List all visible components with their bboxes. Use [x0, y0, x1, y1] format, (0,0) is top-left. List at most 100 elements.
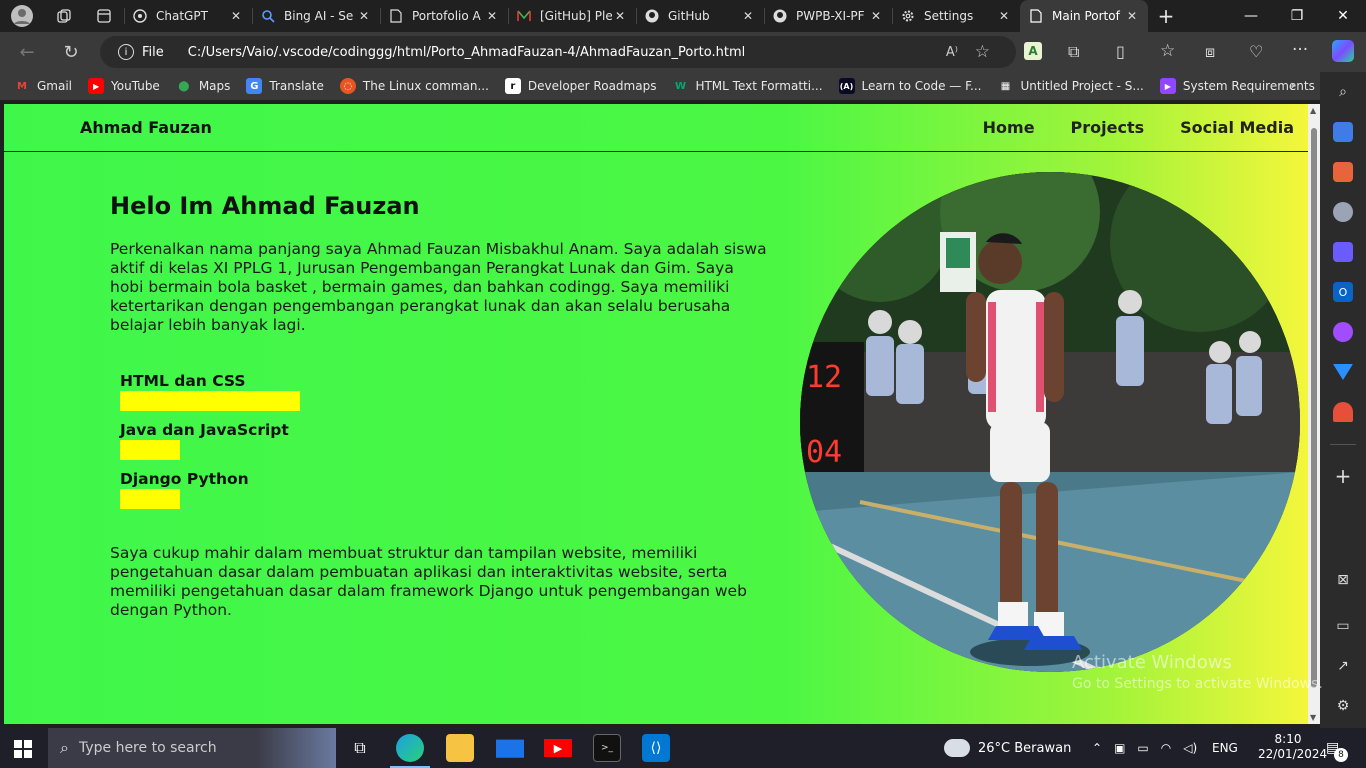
wifi-icon[interactable]: ◠ — [1161, 741, 1171, 755]
device-icon[interactable]: ▣ — [1114, 741, 1125, 755]
panel-icon[interactable]: ▭ — [1333, 616, 1353, 636]
windows-start-icon[interactable] — [14, 740, 32, 762]
clock-date: 22/01/2024 — [1258, 747, 1328, 761]
tab-title: GitHub — [668, 9, 710, 23]
scroll-up-icon[interactable]: ▲ — [1310, 106, 1316, 115]
tab-pwpb[interactable]: PWPB-XI-PF ✕ — [764, 0, 892, 32]
site-brand[interactable]: Ahmad Fauzan — [80, 118, 212, 137]
close-window-icon[interactable]: ✕ — [1320, 0, 1366, 32]
taskbar-search-box[interactable]: ⌕ Type here to search — [48, 728, 336, 768]
tree-icon[interactable] — [1333, 402, 1353, 422]
settings-icon[interactable]: ⚙ — [1333, 696, 1353, 716]
bookmark-untitled[interactable]: ▦ Untitled Project - S... — [998, 78, 1144, 94]
copilot-icon[interactable] — [1332, 40, 1354, 62]
drop-icon[interactable] — [1333, 364, 1353, 380]
clock[interactable]: 8:10 22/01/2024 — [1258, 732, 1328, 762]
site-nav-links: Home Projects Social Media — [983, 118, 1294, 137]
intro-paragraph: Perkenalkan nama panjang saya Ahmad Fauz… — [110, 240, 767, 334]
nav-link-social-media[interactable]: Social Media — [1180, 118, 1294, 137]
url-text[interactable]: C:/Users/Vaio/.vscode/codinggg/html/Port… — [188, 45, 745, 60]
extension-icon[interactable]: A — [1024, 42, 1042, 60]
bookmark-maps[interactable]: ⬤ Maps — [176, 78, 230, 94]
split-screen-icon[interactable]: ▯ — [1116, 42, 1125, 61]
workspaces-icon[interactable] — [44, 0, 84, 32]
close-tab-icon[interactable]: ✕ — [996, 8, 1012, 24]
info-icon[interactable]: i — [118, 44, 134, 60]
address-bar[interactable]: i File C:/Users/Vaio/.vscode/codinggg/ht… — [100, 36, 1016, 68]
designer-icon[interactable] — [1333, 322, 1353, 342]
tab-chatgpt[interactable]: ChatGPT ✕ — [124, 0, 252, 32]
grid-icon: ▦ — [1000, 80, 1011, 92]
close-tab-icon[interactable]: ✕ — [868, 8, 884, 24]
edge-taskbar-icon[interactable] — [396, 734, 424, 762]
bookmark-linux[interactable]: ◌ The Linux comman... — [339, 78, 489, 94]
scrollbar-thumb[interactable] — [1311, 128, 1317, 688]
close-tab-icon[interactable]: ✕ — [612, 8, 628, 24]
vscode-icon[interactable]: ⟨⟩ — [642, 734, 670, 762]
microsoft365-icon[interactable] — [1333, 242, 1353, 262]
collections-icon[interactable]: ⧈ — [1205, 42, 1215, 62]
search-placeholder: Type here to search — [78, 740, 217, 756]
tab-title: PWPB-XI-PF — [796, 9, 865, 23]
bookmark-translate[interactable]: G Translate — [246, 78, 324, 94]
sidebar-divider — [1330, 444, 1356, 445]
restore-icon[interactable]: ❐ — [1274, 0, 1320, 32]
games-icon[interactable] — [1333, 202, 1353, 222]
extensions-puzzle-icon[interactable]: ⧉ — [1068, 42, 1079, 62]
file-explorer-icon[interactable] — [446, 734, 474, 762]
minimize-icon[interactable]: — — [1228, 0, 1274, 32]
refresh-icon[interactable]: ↻ — [54, 35, 88, 69]
skill-label: Java dan JavaScript — [120, 421, 289, 439]
volume-icon[interactable]: ◁) — [1183, 741, 1197, 755]
bookmark-roadmaps[interactable]: r Developer Roadmaps — [504, 78, 656, 94]
tab-settings[interactable]: Settings ✕ — [892, 0, 1020, 32]
tools-icon[interactable] — [1333, 162, 1353, 182]
external-link-icon[interactable]: ↗ — [1333, 656, 1353, 676]
hide-sidebar-icon[interactable]: ⊠ — [1333, 570, 1353, 590]
nav-link-home[interactable]: Home — [983, 118, 1035, 137]
browser-essentials-icon[interactable]: ♡ — [1249, 42, 1263, 61]
nav-link-projects[interactable]: Projects — [1071, 118, 1145, 137]
tab-main-portofolio[interactable]: Main Portof ✕ — [1020, 0, 1148, 32]
system-tray: ⌃ ▣ ▭ ◠ ◁) — [1092, 728, 1197, 768]
cloud-icon — [944, 739, 970, 757]
close-tab-icon[interactable]: ✕ — [356, 8, 372, 24]
favorites-icon[interactable]: ☆ — [1160, 41, 1175, 61]
tab-github[interactable]: GitHub ✕ — [636, 0, 764, 32]
bookmark-gmail[interactable]: M Gmail — [14, 78, 72, 94]
bookmark-freecodecamp[interactable]: (A) Learn to Code — F... — [838, 78, 982, 94]
search-icon[interactable]: ⌕ — [1333, 82, 1353, 102]
outlook-icon[interactable]: O — [1333, 282, 1353, 302]
terminal-icon[interactable]: >_ — [593, 734, 621, 762]
close-tab-icon[interactable]: ✕ — [740, 8, 756, 24]
bookmark-youtube[interactable]: ▶ YouTube — [88, 78, 160, 94]
gmail-icon: M — [17, 80, 27, 92]
tab-title: [GitHub] Ple — [540, 9, 612, 23]
favorite-star-icon[interactable]: ☆ — [975, 42, 990, 62]
profile-avatar[interactable] — [0, 0, 44, 32]
close-tab-icon[interactable]: ✕ — [228, 8, 244, 24]
settings-more-icon[interactable]: ··· — [1292, 40, 1308, 60]
tab-bing-ai[interactable]: Bing AI - Se ✕ — [252, 0, 380, 32]
tab-actions-icon[interactable] — [84, 0, 124, 32]
new-tab-button[interactable]: + — [1148, 0, 1184, 32]
clock-time: 8:10 — [1274, 732, 1302, 746]
chevron-up-icon[interactable]: ⌃ — [1092, 741, 1102, 755]
battery-icon[interactable]: ▭ — [1137, 741, 1148, 755]
tab-portofolio[interactable]: Portofolio A ✕ — [380, 0, 508, 32]
close-tab-icon[interactable]: ✕ — [1124, 8, 1140, 24]
task-view-icon[interactable]: ⧉ — [346, 734, 374, 762]
read-aloud-icon[interactable]: A⁾ — [946, 45, 958, 60]
bookmark-w3schools[interactable]: W HTML Text Formatti... — [672, 78, 823, 94]
chevron-right-icon[interactable]: › — [1290, 78, 1296, 94]
scroll-down-icon[interactable]: ▼ — [1310, 713, 1316, 722]
maps-icon: ⬤ — [178, 80, 190, 92]
weather-widget[interactable]: 26°C Berawan — [944, 728, 1071, 768]
language-indicator[interactable]: ENG — [1212, 728, 1238, 768]
add-icon[interactable]: + — [1333, 464, 1353, 488]
page-scrollbar[interactable]: ▲ ▼ — [1308, 104, 1320, 724]
shopping-icon[interactable] — [1333, 122, 1353, 142]
close-tab-icon[interactable]: ✕ — [484, 8, 500, 24]
tab-github-mail[interactable]: [GitHub] Ple ✕ — [508, 0, 636, 32]
back-icon[interactable]: ← — [10, 35, 44, 69]
